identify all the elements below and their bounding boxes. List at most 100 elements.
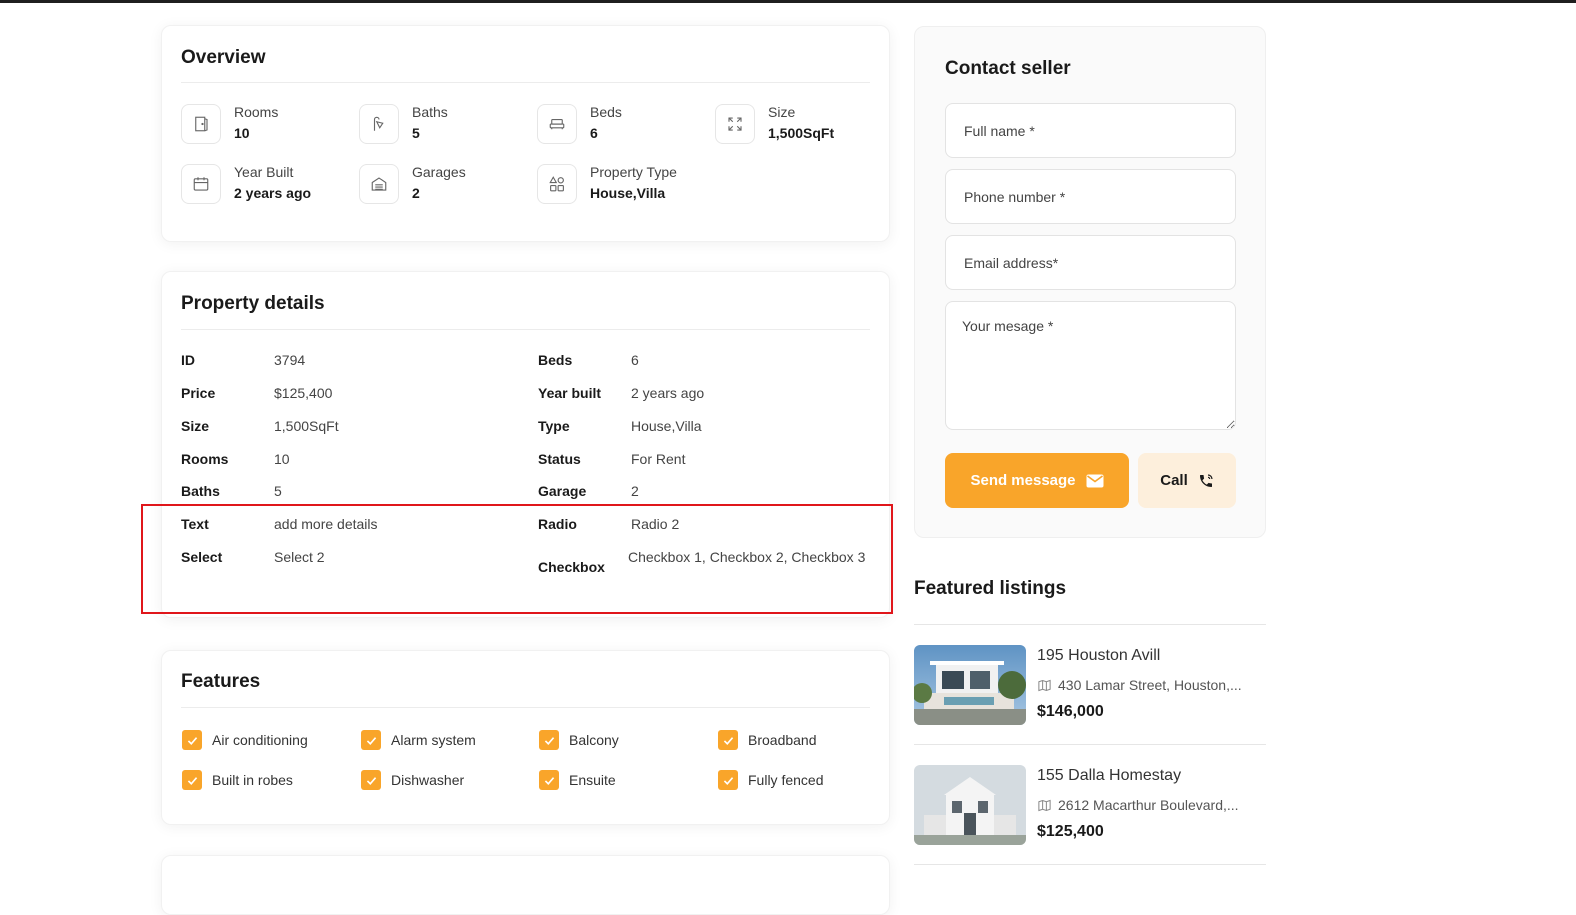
detail-value: For Rent [631, 451, 686, 467]
detail-value: 1,500SqFt [274, 418, 339, 434]
detail-value: 3794 [274, 352, 306, 368]
detail-key: Select [181, 549, 223, 565]
send-message-button[interactable]: Send message [945, 453, 1129, 508]
shower-icon [359, 104, 399, 144]
overview-label: Garages [412, 164, 466, 180]
listing-thumbnail[interactable] [914, 765, 1026, 845]
detail-value: 10 [274, 451, 290, 467]
contact-seller-card: Contact seller Send message Call [914, 26, 1266, 538]
feature-label: Dishwasher [391, 772, 465, 788]
detail-key: Baths [181, 483, 220, 499]
send-message-label: Send message [970, 472, 1076, 489]
detail-value: 2 [631, 483, 639, 499]
detail-key: Type [538, 418, 570, 434]
overview-card: Overview Rooms 10 Baths 5 Beds 6 Size 1,… [161, 25, 890, 242]
features-card: Features Air conditioning Alarm system B… [161, 650, 890, 825]
listing-address-text: 430 Lamar Street, Houston,... [1058, 677, 1242, 693]
listing-card[interactable]: 195 Houston Avill 430 Lamar Street, Hous… [914, 645, 1266, 725]
divider [181, 82, 870, 83]
detail-value: House,Villa [631, 418, 702, 434]
detail-value: 6 [631, 352, 639, 368]
checkmark-icon [718, 770, 738, 790]
listing-thumbnail[interactable] [914, 645, 1026, 725]
detail-key: Garage [538, 483, 587, 499]
detail-key: Beds [538, 352, 573, 368]
checkmark-icon [361, 730, 381, 750]
expand-icon [715, 104, 755, 144]
email-input[interactable] [945, 235, 1236, 290]
next-section-card [161, 855, 890, 915]
divider [914, 744, 1266, 745]
message-textarea[interactable] [945, 301, 1236, 430]
detail-value: add more details [274, 516, 378, 532]
listing-price: $146,000 [1037, 703, 1104, 720]
overview-title: Overview [181, 47, 266, 68]
door-icon [181, 104, 221, 144]
calendar-icon [181, 164, 221, 204]
shapes-icon [537, 164, 577, 204]
detail-key: Checkbox [538, 559, 605, 575]
overview-value: 5 [412, 125, 420, 141]
listing-card[interactable]: 155 Dalla Homestay 2612 Macarthur Boulev… [914, 765, 1266, 845]
feature-label: Built in robes [212, 772, 293, 788]
checkmark-icon [718, 730, 738, 750]
detail-value: Checkbox 1, Checkbox 2, Checkbox 3 [628, 549, 866, 565]
full-name-input[interactable] [945, 103, 1236, 158]
garage-icon [359, 164, 399, 204]
detail-value: Select 2 [274, 549, 325, 565]
overview-label: Year Built [234, 164, 294, 180]
features-title: Features [181, 671, 261, 692]
property-details-card: Property details ID 3794 Price $125,400 … [161, 271, 890, 618]
detail-key: Status [538, 451, 581, 467]
detail-key: Text [181, 516, 209, 532]
feature-label: Alarm system [391, 732, 476, 748]
divider [914, 864, 1266, 865]
checkmark-icon [539, 770, 559, 790]
divider [914, 624, 1266, 625]
detail-key: Rooms [181, 451, 229, 467]
overview-value: 1,500SqFt [768, 125, 835, 141]
detail-key: Size [181, 418, 210, 434]
overview-value: House,Villa [590, 185, 666, 201]
feature-label: Fully fenced [748, 772, 824, 788]
call-button[interactable]: Call [1138, 453, 1236, 508]
listing-address-text: 2612 Macarthur Boulevard,... [1058, 797, 1239, 813]
detail-key: ID [181, 352, 195, 368]
listing-title[interactable]: 155 Dalla Homestay [1037, 767, 1181, 785]
feature-label: Air conditioning [212, 732, 308, 748]
overview-value: 10 [234, 125, 250, 141]
map-icon [1038, 799, 1051, 811]
phone-number-input[interactable] [945, 169, 1236, 224]
checkmark-icon [361, 770, 381, 790]
overview-label: Rooms [234, 104, 279, 120]
call-label: Call [1160, 472, 1188, 489]
feature-label: Balcony [569, 732, 619, 748]
overview-value: 6 [590, 125, 598, 141]
property-details-title: Property details [181, 293, 325, 314]
map-icon [1038, 679, 1051, 691]
detail-value: 2 years ago [631, 385, 705, 401]
bed-icon [537, 104, 577, 144]
detail-value: Radio 2 [631, 516, 680, 532]
detail-value: $125,400 [274, 385, 333, 401]
overview-value: 2 years ago [234, 185, 312, 201]
listing-address: 2612 Macarthur Boulevard,... [1037, 797, 1239, 813]
top-border [0, 0, 1576, 3]
listing-title[interactable]: 195 Houston Avill [1037, 647, 1160, 665]
detail-value: 5 [274, 483, 282, 499]
overview-label: Size [768, 104, 796, 120]
overview-label: Beds [590, 104, 622, 120]
featured-listings-title: Featured listings [914, 578, 1067, 599]
envelope-icon [1086, 474, 1104, 487]
listing-address: 430 Lamar Street, Houston,... [1037, 677, 1242, 693]
checkmark-icon [539, 730, 559, 750]
overview-label: Baths [412, 104, 448, 120]
overview-label: Property Type [590, 164, 677, 180]
detail-key: Price [181, 385, 216, 401]
detail-key: Radio [538, 516, 577, 532]
feature-label: Ensuite [569, 772, 616, 788]
divider [181, 707, 870, 708]
checkmark-icon [182, 770, 202, 790]
feature-label: Broadband [748, 732, 817, 748]
phone-icon [1199, 473, 1213, 487]
